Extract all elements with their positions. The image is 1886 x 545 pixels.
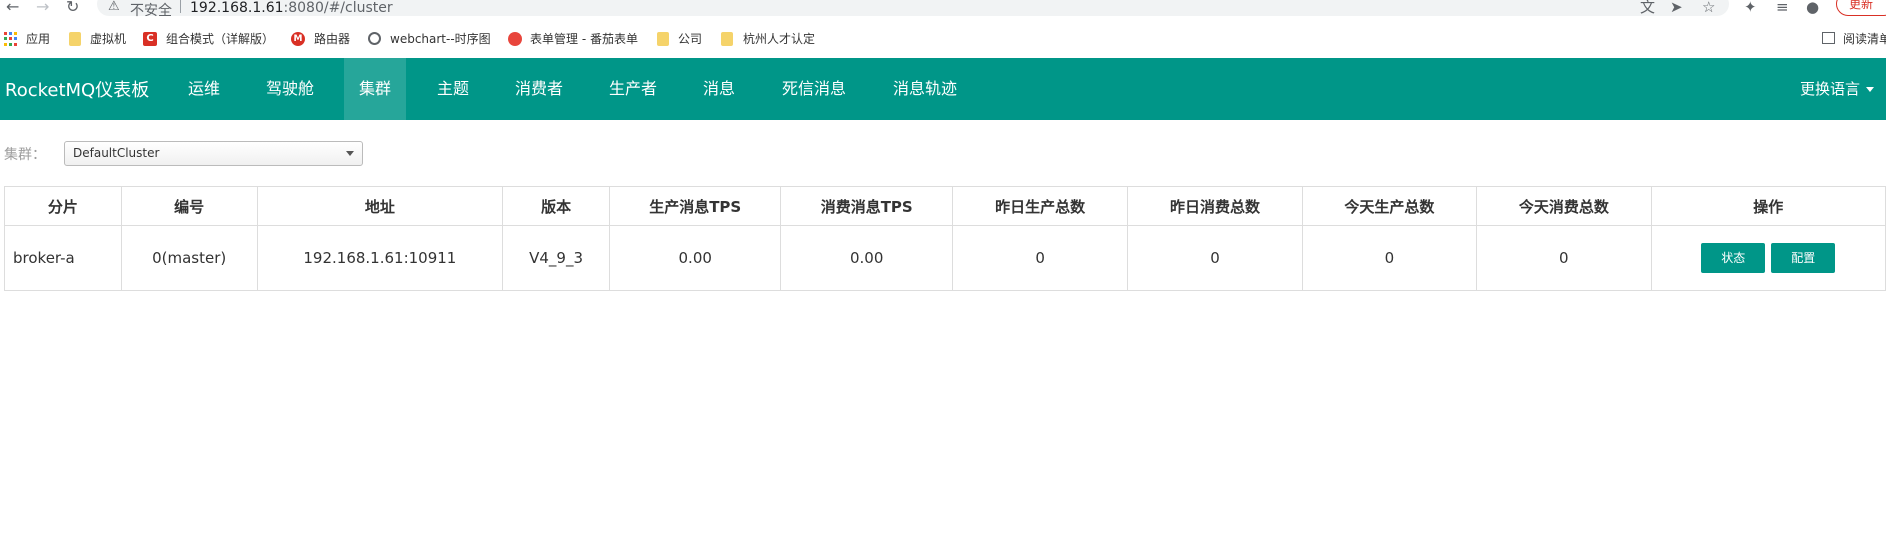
- back-icon[interactable]: ←: [6, 0, 19, 16]
- url-host: 192.168.1.61: [190, 0, 284, 16]
- bookmark-star-icon[interactable]: ☆: [1702, 0, 1715, 16]
- router-icon: M: [291, 32, 305, 46]
- translate-icon[interactable]: 文: [1640, 0, 1655, 16]
- cell-consume-tps: 0.00: [780, 225, 953, 291]
- language-dropdown[interactable]: 更换语言: [1800, 78, 1875, 99]
- table-row: broker-a 0(master) 192.168.1.61:10911 V4…: [4, 225, 1886, 291]
- url-security-label: 不安全: [130, 3, 172, 19]
- app-navbar: RocketMQ仪表板 运维 驾驶舱 集群 主题 消费者 生产者 消息 死信消息…: [0, 58, 1886, 120]
- table-header-row: 分片 编号 地址 版本 生产消息TPS 消费消息TPS 昨日生产总数 昨日消费总…: [4, 186, 1886, 226]
- url-divider: [180, 0, 181, 13]
- cell-id: 0(master): [120, 225, 258, 291]
- nav-trace[interactable]: 消息轨迹: [878, 58, 972, 120]
- url-text[interactable]: 192.168.1.61:8080/#/cluster: [190, 0, 393, 16]
- folder-icon: [657, 32, 669, 46]
- cell-yesterday-consume: 0: [1127, 225, 1303, 291]
- nav-dashboard[interactable]: 驾驶舱: [253, 58, 327, 120]
- cell-today-consume: 0: [1476, 225, 1652, 291]
- reading-list-icon: [1822, 32, 1835, 44]
- bookmark-webchart[interactable]: webchart--时序图: [390, 30, 491, 48]
- header-address: 地址: [256, 186, 504, 226]
- header-yesterday-consume: 昨日消费总数: [1127, 186, 1303, 226]
- warning-icon[interactable]: ⚠: [108, 0, 120, 14]
- header-broker: 分片: [4, 186, 122, 226]
- nav-producer[interactable]: 生产者: [595, 58, 671, 120]
- caret-down-icon: [1866, 87, 1875, 92]
- cell-broker: broker-a: [4, 225, 122, 291]
- reload-icon[interactable]: ↻: [66, 0, 79, 16]
- media-icon[interactable]: ≡: [1776, 0, 1789, 16]
- language-label: 更换语言: [1800, 80, 1861, 98]
- nav-cluster[interactable]: 集群: [344, 58, 406, 120]
- extensions-icon[interactable]: ✦: [1744, 0, 1757, 16]
- header-consume-tps: 消费消息TPS: [780, 186, 953, 226]
- nav-dlq[interactable]: 死信消息: [767, 58, 861, 120]
- folder-icon: [721, 32, 733, 46]
- cell-today-produce: 0: [1301, 225, 1478, 291]
- nav-ops[interactable]: 运维: [172, 58, 236, 120]
- profile-icon[interactable]: ●: [1806, 0, 1819, 16]
- bookmark-composite[interactable]: 组合模式（详解版）: [166, 30, 274, 48]
- browser-toolbar: ← → ↻ ⚠ 不安全 192.168.1.61:8080/#/cluster …: [0, 0, 1886, 19]
- c-site-icon: C: [143, 32, 157, 46]
- cell-yesterday-produce: 0: [951, 225, 1129, 291]
- header-produce-tps: 生产消息TPS: [608, 186, 782, 226]
- bookmark-talent[interactable]: 杭州人才认定: [743, 30, 815, 48]
- send-icon[interactable]: ➤: [1670, 0, 1683, 16]
- header-operations: 操作: [1650, 186, 1886, 226]
- cell-produce-tps: 0.00: [608, 225, 782, 291]
- reading-list[interactable]: 阅读清单: [1843, 30, 1886, 48]
- cell-version: V4_9_3: [502, 225, 610, 291]
- cluster-select-value: DefaultCluster: [73, 146, 160, 160]
- apps-icon[interactable]: [4, 32, 18, 46]
- header-today-produce: 今天生产总数: [1301, 186, 1478, 226]
- nav-message[interactable]: 消息: [688, 58, 750, 120]
- app-brand[interactable]: RocketMQ仪表板: [5, 76, 149, 102]
- bookmarks-bar: 应用 虚拟机 C 组合模式（详解版） M 路由器 webchart--时序图 表…: [0, 28, 1886, 52]
- bookmark-vm[interactable]: 虚拟机: [90, 30, 126, 48]
- url-path: :8080/#/cluster: [283, 0, 393, 16]
- chevron-down-icon: [346, 151, 354, 156]
- update-button[interactable]: 更新: [1836, 0, 1886, 16]
- cluster-select[interactable]: DefaultCluster: [64, 141, 363, 166]
- header-today-consume: 今天消费总数: [1476, 186, 1652, 226]
- bookmark-company[interactable]: 公司: [678, 30, 702, 48]
- status-button[interactable]: 状态: [1701, 243, 1766, 273]
- header-id: 编号: [120, 186, 258, 226]
- folder-icon: [69, 32, 81, 46]
- header-yesterday-produce: 昨日生产总数: [951, 186, 1129, 226]
- cluster-label: 集群：: [4, 147, 46, 163]
- cell-address: 192.168.1.61:10911: [256, 225, 504, 291]
- globe-icon: [368, 32, 381, 45]
- nav-topic[interactable]: 主题: [423, 58, 483, 120]
- cell-operations: 状态 配置: [1650, 225, 1886, 291]
- broker-table: 分片 编号 地址 版本 生产消息TPS 消费消息TPS 昨日生产总数 昨日消费总…: [4, 186, 1886, 291]
- bookmark-router[interactable]: 路由器: [314, 30, 350, 48]
- nav-consumer[interactable]: 消费者: [500, 58, 578, 120]
- forward-icon[interactable]: →: [36, 0, 49, 16]
- tomato-icon: [508, 32, 522, 46]
- config-button[interactable]: 配置: [1771, 243, 1836, 273]
- header-version: 版本: [502, 186, 610, 226]
- bookmark-forms[interactable]: 表单管理 - 番茄表单: [530, 30, 638, 48]
- bookmark-apps[interactable]: 应用: [26, 30, 50, 48]
